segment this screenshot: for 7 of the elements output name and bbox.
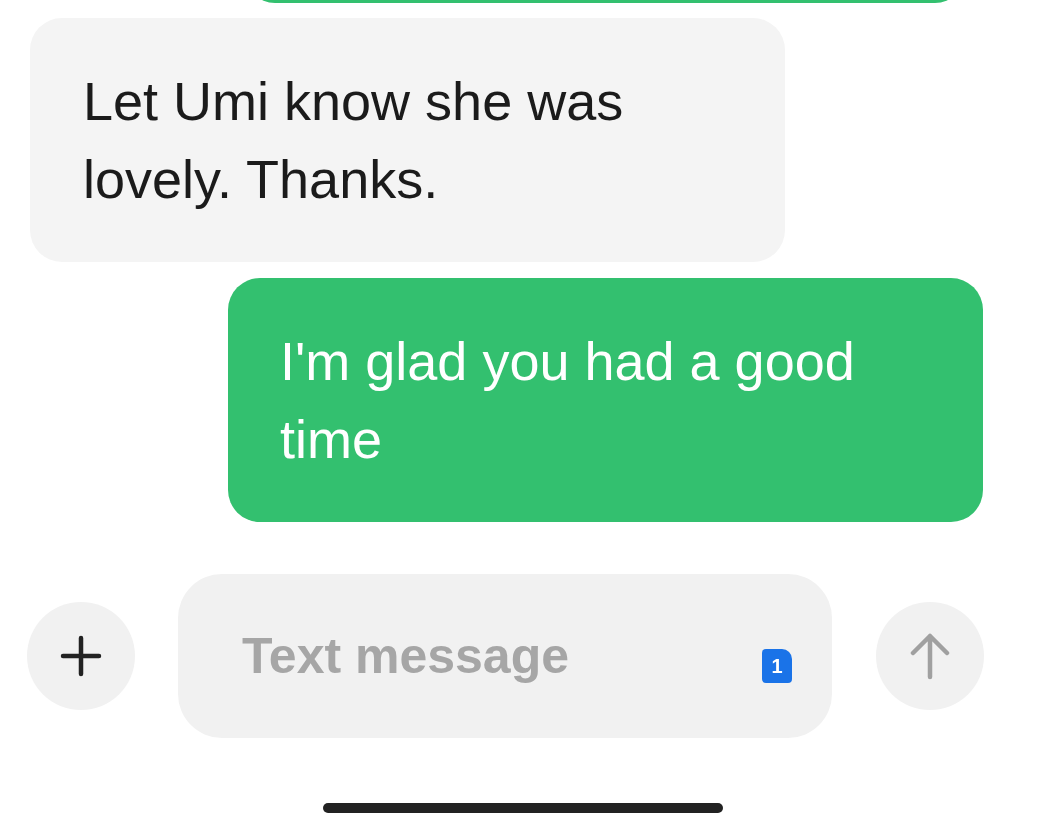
text-input[interactable]: Text message [240, 626, 762, 686]
arrow-up-icon [910, 632, 950, 680]
sim-badge: 1 [762, 649, 792, 683]
message-bubble: I'm glad you had a good time [228, 278, 983, 522]
message-bubble: Let Umi know she was lovely. Thanks. [30, 18, 785, 262]
plus-icon [59, 634, 103, 678]
message-input-field[interactable]: Text message 1 [178, 574, 832, 738]
